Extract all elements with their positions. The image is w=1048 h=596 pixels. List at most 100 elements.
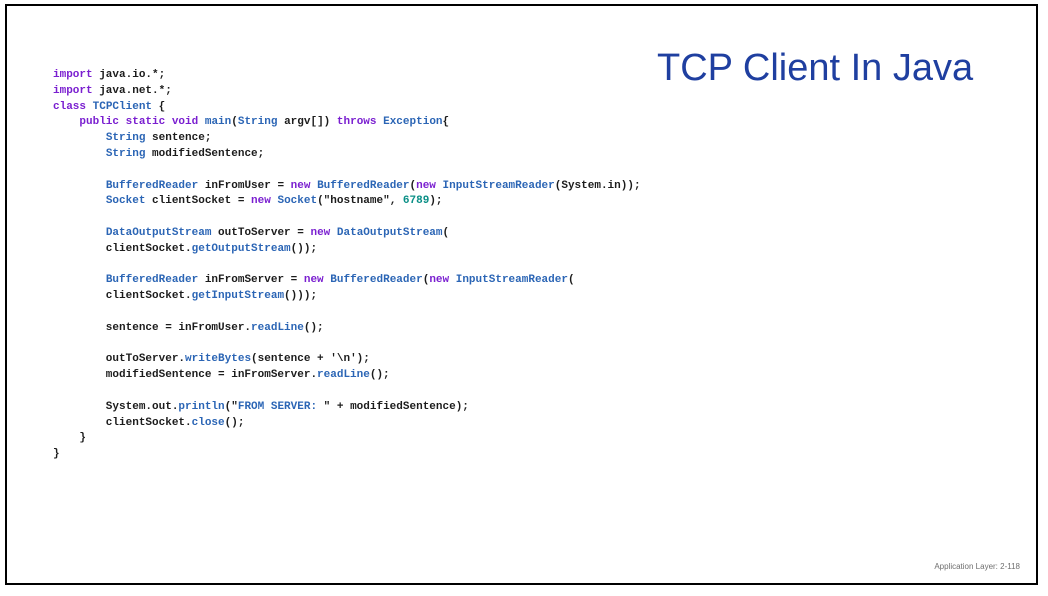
code-line: import java.io.*; — [53, 68, 641, 84]
code-token-plain: clientSocket. — [53, 242, 192, 255]
code-token-plain: sentence = inFromUser. — [53, 321, 252, 334]
code-token-plain: ("hostname", — [317, 195, 403, 208]
code-token-plain: java.io.*; — [92, 69, 166, 81]
code-token-type: TCPClient — [92, 100, 153, 113]
code-token-type: Exception — [383, 116, 443, 129]
code-token-plain: java.net.*; — [92, 84, 172, 97]
code-token-type: println — [178, 400, 225, 413]
code-token-plain: ( — [567, 274, 575, 287]
code-token-plain: System.out. — [53, 400, 179, 413]
code-token-keyword: new — [290, 179, 311, 192]
code-token-type: BufferedReader — [105, 179, 199, 192]
code-token-plain: } — [53, 448, 60, 461]
code-line: class TCPClient { — [53, 100, 641, 116]
code-token-plain: (System.in)); — [554, 179, 641, 192]
code-token-type: InputStreamReader — [455, 274, 568, 287]
code-token-number: 6789 — [402, 195, 430, 208]
code-line: clientSocket.close(); — [53, 416, 641, 432]
code-token-keyword: new — [416, 179, 436, 192]
code-token-plain: { — [152, 100, 166, 113]
code-token-plain: ); — [429, 195, 443, 208]
code-line: Socket clientSocket = new Socket("hostna… — [53, 194, 641, 210]
code-token-keyword: throws — [336, 116, 377, 129]
code-line: public static void main(String argv[]) t… — [53, 115, 641, 131]
code-token-plain: (); — [224, 416, 245, 429]
code-token-type: BufferedReader — [330, 274, 423, 287]
code-token-plain: modifiedSentence = inFromServer. — [53, 369, 318, 382]
code-token-plain: modifiedSentence; — [145, 147, 265, 160]
code-token-keyword: import — [53, 69, 93, 81]
code-token-string: FROM SERVER: — [237, 400, 324, 413]
code-token-type: main — [204, 116, 232, 129]
code-token-keyword: class — [53, 100, 87, 113]
code-line: String modifiedSentence; — [53, 147, 641, 163]
code-token-type: readLine — [251, 321, 304, 334]
code-token-keyword: import — [53, 84, 93, 97]
code-line: String sentence; — [53, 131, 641, 147]
code-token-plain: ( — [231, 116, 238, 129]
code-token-keyword: new — [429, 274, 450, 287]
code-line: outToServer.writeBytes(sentence + '\n'); — [53, 352, 641, 368]
code-line: modifiedSentence = inFromServer.readLine… — [53, 368, 641, 384]
code-token-type: getInputStream — [191, 290, 285, 303]
code-token-keyword: new — [310, 226, 331, 239]
code-token-plain: ( — [442, 226, 450, 239]
slide-title: TCP Client In Java — [657, 47, 974, 89]
code-token-keyword: new — [251, 195, 271, 208]
code-line: BufferedReader inFromServer = new Buffer… — [53, 273, 641, 289]
code-token-plain: sentence; — [145, 132, 212, 145]
code-token-type: DataOutputStream — [336, 226, 443, 239]
code-token-plain: ())); — [284, 290, 318, 303]
code-token-plain: (" — [224, 400, 238, 413]
code-token-plain: (sentence + '\n'); — [251, 353, 370, 366]
code-token-type: InputStreamReader — [442, 179, 555, 192]
code-token-type: writeBytes — [185, 353, 252, 366]
code-token-plain: clientSocket = — [145, 195, 252, 208]
code-token-type: String — [105, 132, 146, 145]
code-line: sentence = inFromUser.readLine(); — [53, 321, 641, 337]
code-token-type: BufferedReader — [317, 179, 410, 192]
code-token-keyword: new — [303, 274, 324, 287]
code-token-plain: ()); — [290, 242, 318, 255]
code-token-type: String — [237, 116, 278, 129]
code-token-plain: outToServer = — [211, 226, 311, 239]
code-listing: import java.io.*; import java.net.*; class… — [53, 68, 641, 463]
code-token-type: readLine — [317, 369, 370, 382]
code-line: } — [53, 431, 641, 447]
code-token-plain: { — [442, 116, 450, 129]
code-token-plain: clientSocket. — [53, 416, 192, 429]
code-line: System.out.println("FROM SERVER: " + mod… — [53, 400, 641, 416]
code-token-plain: inFromUser = — [198, 179, 291, 192]
code-token-type: Socket — [105, 195, 146, 208]
code-token-plain: (); — [303, 321, 324, 334]
code-line: clientSocket.getInputStream())); — [53, 289, 641, 305]
code-token-type: DataOutputStream — [105, 226, 212, 239]
code-token-type: Socket — [277, 195, 318, 208]
code-token-plain: outToServer. — [53, 353, 186, 366]
code-line: BufferedReader inFromUser = new Buffered… — [53, 179, 641, 195]
code-line: DataOutputStream outToServer = new DataO… — [53, 226, 641, 242]
code-line: import java.net.*; — [53, 84, 641, 100]
code-token-plain: inFromServer = — [198, 274, 304, 287]
code-token-plain: argv[]) — [277, 116, 337, 129]
code-token-type: BufferedReader — [105, 274, 199, 287]
code-token-plain: (); — [369, 369, 390, 382]
code-token-type: String — [105, 147, 146, 160]
slide: TCP Client In Java import java.io.*; impo… — [5, 4, 1038, 585]
